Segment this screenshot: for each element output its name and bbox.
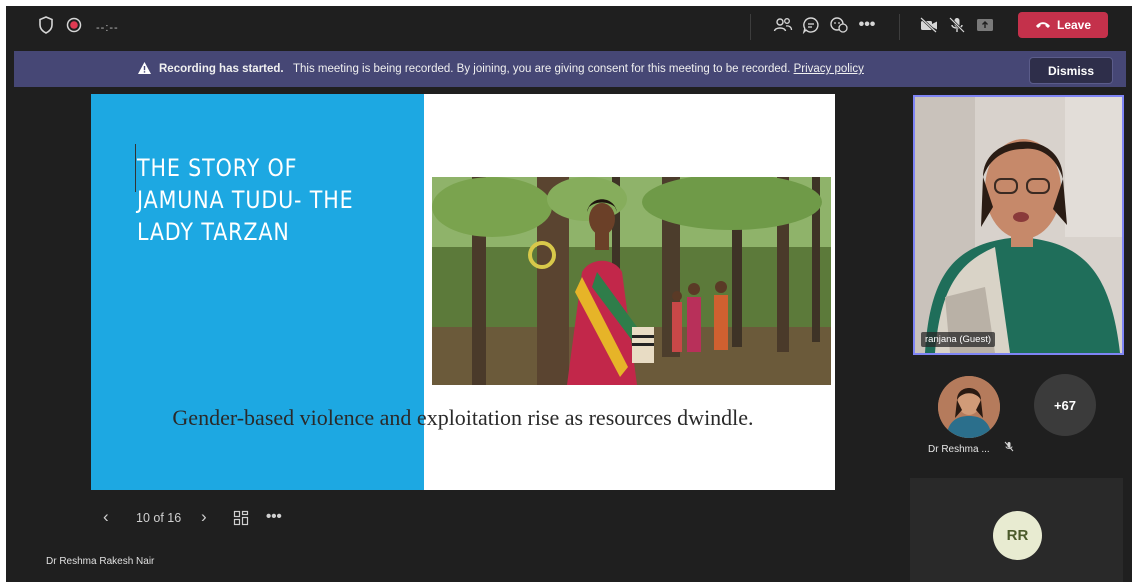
toolbar-divider [750,14,751,40]
presenter-name: Dr Reshma Rakesh Nair [46,556,155,567]
previous-slide-icon[interactable]: ‹ [103,507,109,527]
avatar[interactable] [938,376,1000,438]
participant-name-text: Dr Reshma ... [928,444,990,455]
slide-title-line: JAMUNA TUDU- THE [137,186,354,214]
avatar-initials: RR [993,511,1042,560]
people-icon[interactable] [772,15,794,35]
participant-name-label: ranjana (Guest) [921,332,996,347]
participant-name: Dr Reshma ... [928,441,1014,455]
forest-photo [432,177,831,385]
phone-icon [1035,18,1051,32]
record-icon[interactable] [64,15,84,35]
more-participants-button[interactable]: +67 [1034,374,1096,436]
slide-title: THE STORY OF JAMUNA TUDU- THE LADY TARZA… [137,152,361,248]
camera-off-icon[interactable] [918,15,940,35]
reactions-icon[interactable] [828,15,850,35]
banner-title: Recording has started. [159,63,284,75]
more-icon[interactable]: ••• [856,15,878,35]
banner-text: Recording has started. This meeting is b… [159,63,864,75]
privacy-policy-link[interactable]: Privacy policy [794,63,864,75]
mic-off-icon[interactable] [946,15,968,35]
meeting-toolbar: --:-- ••• Leave [6,6,1132,46]
chat-icon[interactable] [800,15,822,35]
text-cursor [135,144,136,192]
meeting-timer: --:-- [96,22,119,34]
slide-grid-icon[interactable] [233,510,249,529]
warning-icon [137,61,152,80]
next-slide-icon[interactable]: › [201,507,207,527]
slide-caption: Gender-based violence and exploitation r… [172,405,754,430]
leave-label: Leave [1056,18,1092,32]
slide-more-icon[interactable]: ••• [266,508,282,525]
banner-message: This meeting is being recorded. By joini… [293,63,791,75]
share-icon[interactable] [974,15,996,35]
leave-button[interactable]: Leave [1018,12,1108,38]
toolbar-divider [899,14,900,40]
mic-off-icon [1004,441,1014,455]
slide-title-line: LADY TARZAN [137,218,290,246]
shared-slide: THE STORY OF JAMUNA TUDU- THE LADY TARZA… [91,94,835,490]
slide-page-indicator: 10 of 16 [136,511,182,525]
recording-banner: Recording has started. This meeting is b… [14,51,1126,87]
dismiss-button[interactable]: Dismiss [1029,57,1113,84]
shield-icon[interactable] [36,14,56,36]
participant-video-tile[interactable]: ranjana (Guest) [913,95,1124,355]
slide-title-line: THE STORY OF [137,154,298,182]
